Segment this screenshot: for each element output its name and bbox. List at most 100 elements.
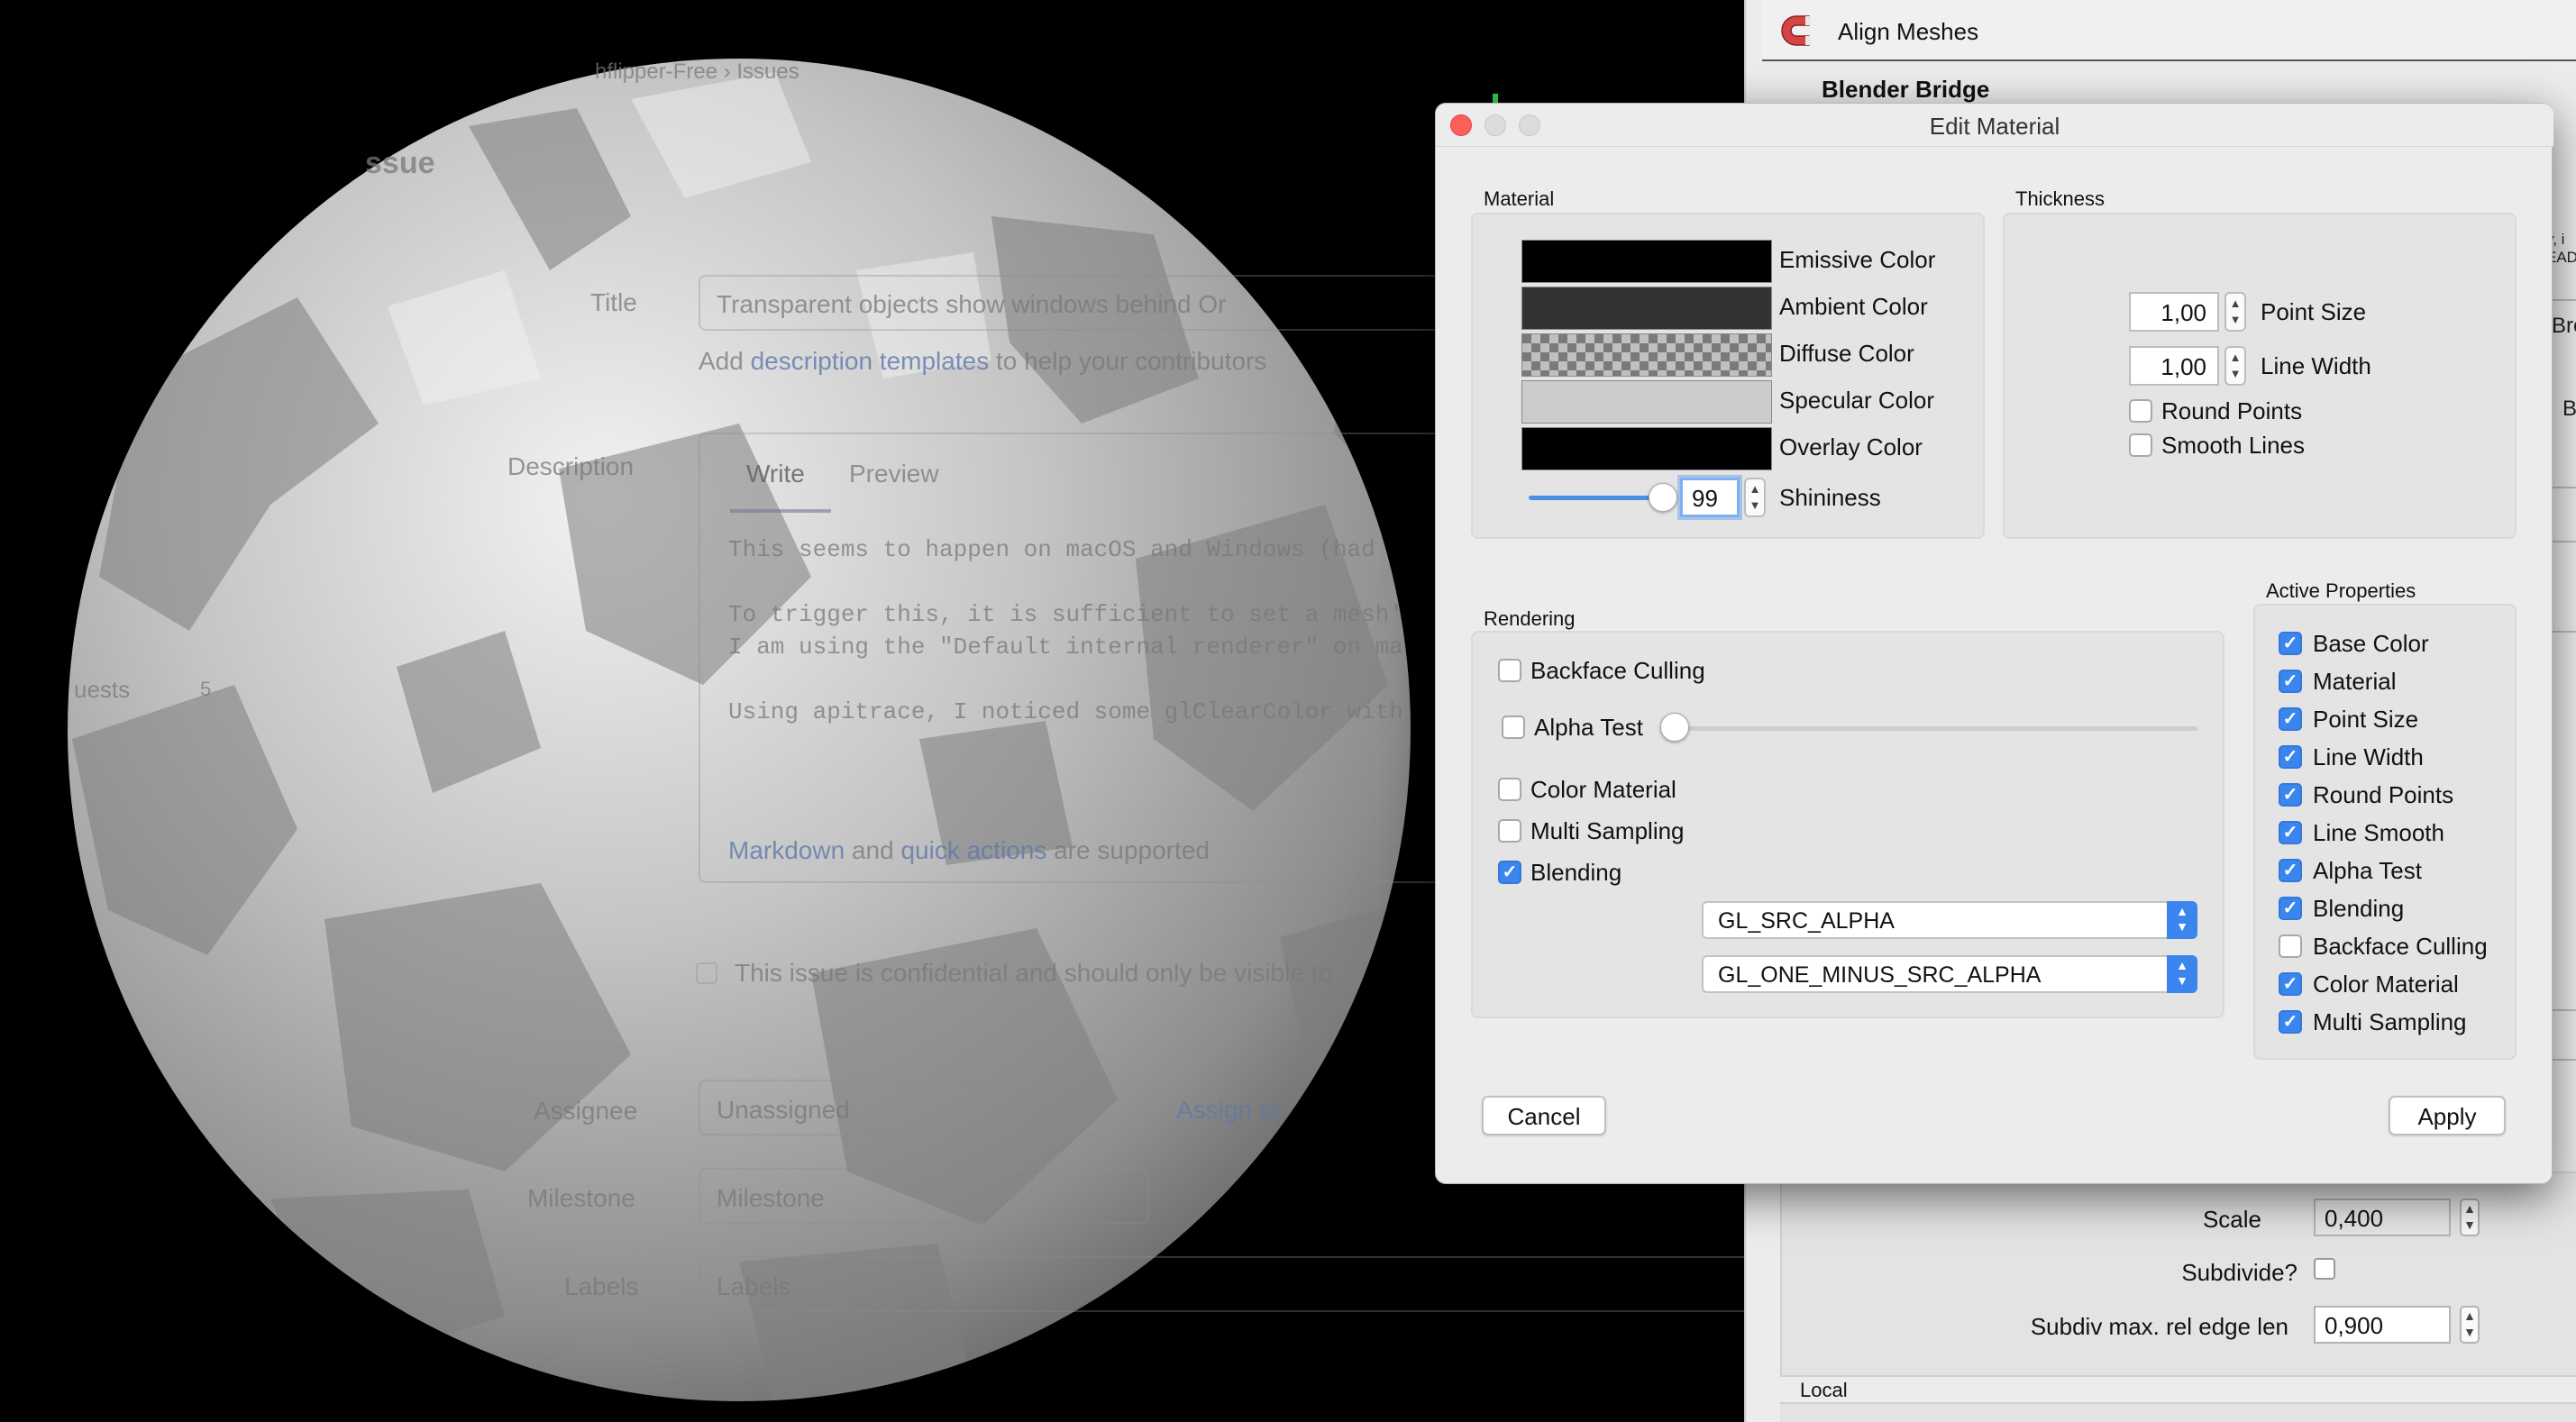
active-property-checkbox[interactable]: ✓ (2279, 707, 2302, 731)
labels-value: Labels (717, 1272, 791, 1300)
active-property-label: Material (2313, 668, 2397, 695)
subdiv-len-stepper[interactable]: ▲ ▼ (2460, 1306, 2480, 1344)
active-property-label: Base Color (2313, 630, 2429, 657)
labels-select[interactable] (699, 1256, 1749, 1312)
scale-field[interactable]: 0,400 (2314, 1199, 2451, 1236)
line-width-field[interactable]: 1,00 (2129, 346, 2219, 386)
alpha-test-checkbox[interactable] (1502, 716, 1525, 739)
thickness-group (2003, 213, 2517, 539)
active-property-checkbox[interactable]: ✓ (2279, 783, 2302, 807)
markdown-link[interactable]: Markdown (728, 836, 845, 864)
point-size-stepper[interactable]: ▲ ▼ (2224, 292, 2246, 332)
active-property-label: Round Points (2313, 781, 2454, 808)
edge-text-4: B (2562, 397, 2576, 421)
overlay-color-label: Overlay Color (1779, 433, 1923, 460)
shininess-slider-fill (1529, 496, 1663, 500)
labels-label: Labels (564, 1272, 639, 1300)
subdiv-len-field[interactable]: 0,900 (2314, 1306, 2451, 1344)
active-properties-group-label: Active Properties (2266, 579, 2416, 602)
point-size-field[interactable]: 1,00 (2129, 292, 2219, 332)
confidential-text: This issue is confidential and should on… (735, 959, 1333, 987)
diffuse-color-label: Diffuse Color (1779, 340, 1914, 367)
material-group-label: Material (1484, 187, 1555, 210)
milestone-value: Milestone (717, 1184, 825, 1212)
dialog-title: Edit Material (1929, 113, 2060, 140)
subdivide-label: Subdivide? (2181, 1259, 2297, 1286)
description-line-1: This seems to happen on macOS and Window… (728, 536, 1375, 563)
shininess-stepper[interactable]: ▲ ▼ (1744, 478, 1766, 517)
subdiv-len-label: Subdiv max. rel edge len (2030, 1313, 2288, 1340)
cancel-button[interactable]: Cancel (1482, 1096, 1606, 1135)
edge-text-3: Bro (2552, 314, 2576, 338)
align-meshes-label: Align Meshes (1838, 18, 1979, 45)
active-property-checkbox[interactable]: ✓ (2279, 897, 2302, 920)
active-property-checkbox[interactable]: ✓ (2279, 670, 2302, 693)
smooth-lines-checkbox[interactable] (2129, 433, 2152, 457)
destination-blend-select[interactable]: GL_ONE_MINUS_SRC_ALPHA (1702, 955, 2197, 993)
page-heading: ssue (365, 146, 435, 180)
assign-to-me-link[interactable]: Assign to (1176, 1096, 1280, 1125)
active-property-checkbox[interactable]: ✓ (2279, 859, 2302, 882)
chevron-updown-icon[interactable]: ▲ ▼ (2167, 901, 2197, 939)
scale-label: Scale (2202, 1206, 2261, 1233)
line-width-stepper[interactable]: ▲ ▼ (2224, 346, 2246, 386)
diffuse-color-swatch[interactable] (1521, 333, 1772, 377)
active-property-checkbox[interactable]: ✓ (2279, 745, 2302, 769)
active-property-checkbox[interactable]: ✓ (2279, 632, 2302, 655)
shininess-slider-handle[interactable] (1649, 483, 1677, 512)
multi-sampling-checkbox[interactable] (1498, 819, 1521, 843)
thickness-group-label: Thickness (2015, 187, 2106, 210)
apply-button[interactable]: Apply (2389, 1096, 2506, 1135)
ambient-color-swatch[interactable] (1521, 287, 1772, 330)
templates-suffix: to help your contributors (989, 347, 1267, 375)
templates-prefix: Add (699, 347, 751, 375)
chevron-updown-icon[interactable]: ▲ ▼ (2167, 955, 2197, 993)
specular-color-label: Specular Color (1779, 387, 1934, 414)
active-property-label: Point Size (2313, 706, 2419, 733)
shininess-field[interactable]: 99 (1680, 478, 1740, 517)
tab-preview[interactable]: Preview (849, 460, 939, 488)
align-meshes-header[interactable]: Align Meshes (1762, 0, 2576, 61)
active-property-label: Backface Culling (2313, 933, 2488, 960)
quick-actions-link[interactable]: quick actions (900, 836, 1046, 864)
dialog-titlebar[interactable]: Edit Material (1436, 104, 2553, 147)
screen: hflipper-Free › Issues ssue Title Transp… (0, 0, 2576, 1422)
line-width-label: Line Width (2261, 352, 2371, 379)
milestone-label: Milestone (527, 1184, 635, 1212)
overlay-color-swatch[interactable] (1521, 427, 1772, 470)
active-property-label: Blending (2313, 895, 2405, 922)
active-property-label: Line Smooth (2313, 819, 2444, 846)
description-line-4: Using apitrace, I noticed some glClearCo… (728, 698, 1403, 725)
subdivide-checkbox[interactable] (2314, 1258, 2335, 1280)
templates-link[interactable]: description templates (751, 347, 990, 375)
active-property-checkbox[interactable]: ✓ (2279, 821, 2302, 844)
specular-color-swatch[interactable] (1521, 380, 1772, 424)
local-section-label: Local (1800, 1379, 1848, 1401)
round-points-checkbox[interactable] (2129, 399, 2152, 423)
emissive-color-swatch[interactable] (1521, 240, 1772, 283)
tab-write[interactable]: Write (746, 460, 805, 488)
ambient-color-label: Ambient Color (1779, 293, 1928, 320)
backface-culling-label: Backface Culling (1530, 657, 1705, 684)
markdown-and: and (851, 836, 894, 864)
smooth-lines-label: Smooth Lines (2161, 432, 2305, 459)
backface-culling-checkbox[interactable] (1498, 659, 1521, 682)
shininess-label: Shininess (1779, 484, 1881, 511)
alpha-test-slider-handle[interactable] (1660, 713, 1689, 742)
blending-checkbox[interactable]: ✓ (1498, 861, 1521, 884)
point-size-label: Point Size (2261, 298, 2367, 325)
multi-sampling-label: Multi Sampling (1530, 817, 1685, 844)
active-property-checkbox[interactable] (2279, 934, 2302, 958)
alpha-test-slider[interactable] (1675, 726, 2197, 731)
description-line-2: To trigger this, it is sufficient to set… (728, 601, 1403, 628)
active-property-checkbox[interactable]: ✓ (2279, 1010, 2302, 1034)
active-property-checkbox[interactable]: ✓ (2279, 972, 2302, 996)
scale-stepper[interactable]: ▲ ▼ (2460, 1199, 2480, 1236)
markdown-hint: Markdown and quick actions are supported (728, 836, 1210, 865)
confidential-checkbox[interactable] (696, 962, 717, 984)
color-material-checkbox[interactable] (1498, 778, 1521, 801)
source-blend-select[interactable]: GL_SRC_ALPHA (1702, 901, 2197, 939)
active-property-label: Color Material (2313, 971, 2459, 998)
requests-count: 5 (200, 678, 212, 700)
magnet-icon (1781, 15, 1811, 46)
